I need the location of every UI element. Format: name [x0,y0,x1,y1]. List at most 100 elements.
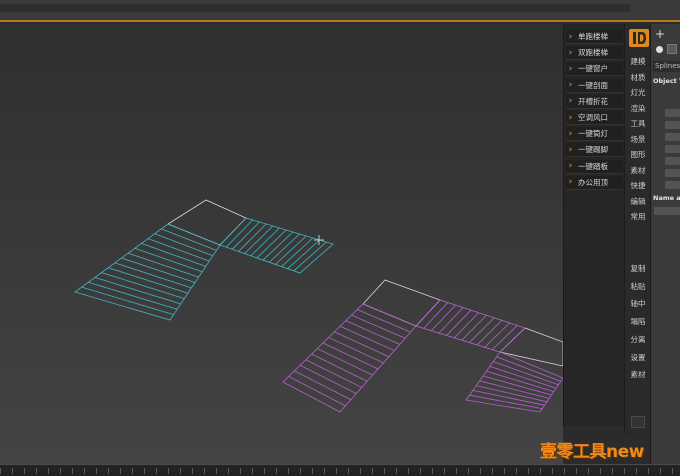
stair-tread [244,225,274,254]
menu-item[interactable]: › 一键踢脚 [566,143,623,158]
side-tab[interactable]: 建模 [627,55,649,68]
stair-tread [262,231,294,261]
side-tab[interactable]: 素材 [627,368,649,381]
stair-tread [453,312,479,339]
stair-tread [479,380,550,399]
side-tab[interactable]: 素材 [627,164,649,177]
stair-tread [489,366,557,389]
menu-item-label: 一键踏板 [578,161,608,171]
stair-tread [88,281,178,310]
stair-tread [294,370,352,401]
side-tab[interactable]: 常用 [627,210,649,223]
menu-item[interactable]: › 一键窗户 [566,62,623,77]
side-tab[interactable]: 设置 [627,351,649,364]
menu-item-label: 办公用顶 [578,177,608,187]
side-tab[interactable]: 粘贴 [627,280,649,293]
menu-item-label: 一键踢脚 [578,145,608,155]
menu-item[interactable]: › 双跑楼梯 [566,46,623,61]
viewport-perspective[interactable] [0,24,563,464]
chevron-right-icon: › [568,128,573,139]
side-tab[interactable]: 编辑 [627,195,649,208]
menu-item-label: 空调风口 [578,113,608,122]
menu-item-label: 一键窗户 [578,64,608,74]
stair-tread [108,267,188,294]
chevron-right-icon: › [568,96,573,107]
menu-item[interactable]: › 单跑楼梯 [566,30,623,44]
stair-tread [484,322,510,348]
stair-tread [322,342,379,370]
panel-button[interactable] [665,109,680,117]
side-tab[interactable]: 复制 [627,262,649,275]
side-tab[interactable]: 塌陷 [627,315,649,328]
side-tab[interactable]: 灯光 [627,86,649,99]
side-tab[interactable]: 渲染 [627,102,649,115]
panel-button[interactable] [665,157,680,165]
timeline[interactable] [0,464,680,476]
menu-item-label: 开槽折花 [578,96,608,106]
panel-button[interactable] [665,133,680,141]
menu-item[interactable]: › 一键剖面 [566,78,623,93]
stair-tread [496,356,561,382]
stair-tread [238,223,267,252]
stair-tread [121,257,196,283]
tab-scroll-button[interactable] [631,416,645,428]
menu-item-label: 一键剖面 [578,80,608,90]
plugin-logo-icon [629,29,649,47]
stair-tread [288,376,346,407]
menu-item[interactable]: › 办公用顶 [566,175,623,190]
geometry-dot-icon[interactable] [656,46,663,53]
stair-tread [446,309,472,336]
stair-tread [492,325,518,350]
menu-item[interactable]: › 一键踏板 [566,159,623,174]
menu-item[interactable]: › 空调风口 [566,111,623,125]
stair-flight-outline [282,303,417,413]
panel-button[interactable] [665,169,680,177]
stair-tread [293,241,327,272]
stair-tread [430,304,456,332]
name-field[interactable] [654,207,680,215]
title-strip [0,4,630,12]
side-tab[interactable]: 场景 [627,133,649,146]
shapes-icon[interactable] [667,44,677,54]
panel-button[interactable] [665,121,680,129]
stair-tread [114,262,192,289]
stair-tread [461,314,487,341]
menu-item-label: 单跑楼梯 [578,32,608,41]
chevron-right-icon: › [568,47,573,58]
side-tab[interactable]: 工具 [627,117,649,130]
stair-tread [486,370,554,392]
stair-tread [281,237,314,267]
side-tab[interactable]: 快捷 [627,179,649,192]
stair-tread [317,348,373,376]
chevron-right-icon: › [568,144,573,155]
chevron-right-icon: › [568,161,573,172]
panel-button[interactable] [665,181,680,189]
category-dropdown[interactable]: Splines [653,61,680,72]
stair-flight-outline [74,223,221,321]
chevron-right-icon: › [568,63,573,74]
name-color-rollout[interactable]: Name and Color [653,194,680,204]
stair-flight-outline [415,299,526,353]
stair-tread [268,233,300,263]
object-type-rollout[interactable]: Object Type [653,77,680,87]
stair-tread [423,302,449,329]
side-tab[interactable]: 图形 [627,148,649,161]
stair-tread [101,272,185,299]
side-tab[interactable]: 材质 [627,71,649,84]
stair-tread [225,219,253,248]
menu-item[interactable]: › 一键筒灯 [566,127,623,142]
create-plus-icon[interactable]: + [655,27,665,41]
stair-flight-outline [465,351,563,413]
side-tab[interactable]: 轴中 [627,297,649,310]
stair-tread [438,307,464,334]
panel-button[interactable] [665,145,680,153]
stair-tread [476,320,503,346]
stair-tread [154,233,213,257]
chevron-right-icon: › [568,112,573,123]
stair-tread [250,227,280,257]
stair-tread [141,243,206,267]
stair-tread [299,364,357,394]
side-tab[interactable]: 分离 [627,333,649,346]
stair-tread [275,235,307,265]
menu-item[interactable]: › 开槽折花 [566,94,623,109]
